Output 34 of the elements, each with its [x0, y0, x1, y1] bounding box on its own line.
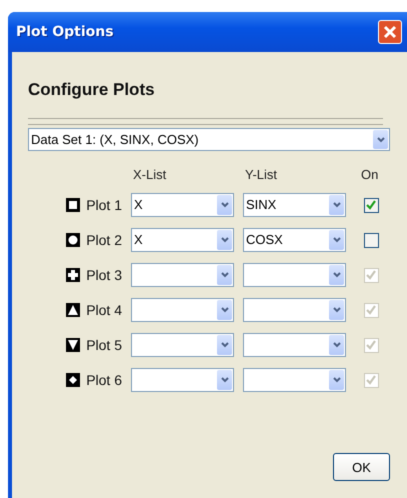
square-marker-icon: [66, 198, 80, 212]
plus-marker-icon: [66, 268, 80, 282]
ok-button[interactable]: OK: [333, 453, 390, 481]
plot-label: Plot 3: [86, 267, 122, 283]
data-set-dropdown[interactable]: Data Set 1: (X, SINX, COSX): [28, 128, 390, 151]
plot-label: Plot 1: [86, 197, 122, 213]
inverted-triangle-marker-icon: [66, 338, 80, 352]
plot-label: Plot 4: [86, 302, 122, 318]
y-list-dropdown[interactable]: [243, 298, 346, 322]
diamond-marker-icon: [66, 373, 80, 387]
y-list-dropdown[interactable]: COSX: [243, 228, 346, 252]
y-list-dropdown[interactable]: [243, 333, 346, 357]
x-list-dropdown[interactable]: X: [131, 228, 234, 252]
column-header: Y-List: [244, 167, 278, 182]
column-header: On: [360, 167, 380, 182]
triangle-marker-icon: [66, 303, 80, 317]
plot-label: Plot 2: [86, 232, 122, 248]
window-title: Plot Options: [16, 24, 114, 40]
close-button[interactable]: [378, 20, 402, 44]
checkbox[interactable]: [364, 198, 378, 212]
y-list-dropdown[interactable]: SINX: [243, 193, 346, 217]
y-list-dropdown[interactable]: [243, 368, 346, 392]
x-list-dropdown[interactable]: [131, 263, 234, 287]
x-list-dropdown[interactable]: [131, 368, 234, 392]
x-list-dropdown[interactable]: X: [131, 193, 234, 217]
plot-label: Plot 5: [86, 337, 122, 353]
circle-marker-icon: [66, 233, 80, 247]
x-list-dropdown[interactable]: [131, 333, 234, 357]
checkbox[interactable]: [364, 232, 378, 248]
x-list-dropdown[interactable]: [131, 298, 234, 322]
y-list-dropdown[interactable]: [243, 263, 346, 287]
column-header: X-List: [132, 167, 168, 182]
plot-label: Plot 6: [86, 372, 122, 388]
section-heading: Configure Plots: [28, 80, 156, 100]
